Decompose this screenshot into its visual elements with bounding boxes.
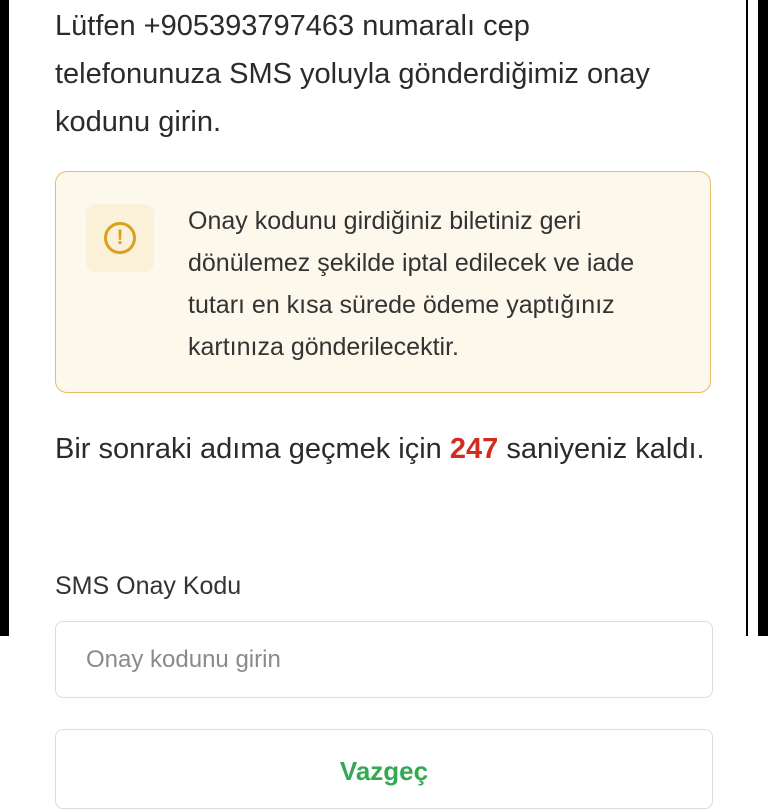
intro-text: Lütfen +905393797463 numaralı cep telefo…: [55, 10, 650, 138]
warning-box: ! Onay kodunu girdiğiniz biletiniz geri …: [55, 171, 711, 393]
warning-icon-container: !: [86, 204, 154, 272]
countdown-seconds: 247: [449, 433, 499, 465]
countdown-suffix: saniyeniz kaldı.: [506, 433, 705, 465]
countdown-text: Bir sonraki adıma geçmek için 247 saniye…: [55, 426, 715, 473]
cancel-button[interactable]: Vazgeç: [55, 729, 713, 809]
countdown-prefix: Bir sonraki adıma geçmek için: [55, 433, 442, 465]
sms-code-input[interactable]: [55, 621, 713, 698]
warning-text: Onay kodunu girdiğiniz biletiniz geri dö…: [188, 207, 635, 361]
sms-confirmation-page: Lütfen +905393797463 numaralı cep telefo…: [9, 0, 746, 809]
exclamation-circle-icon: !: [104, 222, 136, 254]
right-edge-gap: [748, 0, 758, 636]
left-edge-bar: [0, 0, 9, 636]
sms-code-label: SMS Onay Kodu: [55, 572, 242, 600]
